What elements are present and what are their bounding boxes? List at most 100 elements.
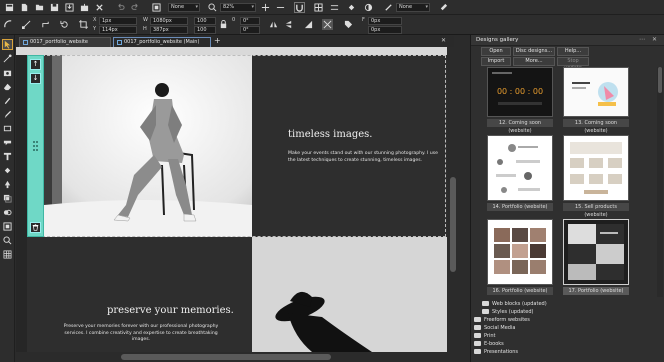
y-position-field[interactable]: 114px bbox=[99, 26, 137, 34]
contour-icon[interactable] bbox=[303, 19, 314, 30]
flip-vertical-icon[interactable] bbox=[283, 19, 294, 30]
height-field[interactable]: 387px bbox=[150, 26, 188, 34]
disc-designs-button[interactable]: Disc designs... bbox=[513, 47, 555, 56]
text-tool-icon[interactable] bbox=[2, 151, 13, 162]
tree-item-social-media[interactable]: Social Media bbox=[474, 324, 547, 332]
rotate-icon[interactable] bbox=[59, 19, 70, 30]
stop-update-button[interactable]: Stop update bbox=[557, 57, 589, 71]
connector-icon[interactable] bbox=[40, 19, 51, 30]
tree-item-e-books[interactable]: E-books bbox=[474, 340, 547, 348]
node-tool-icon[interactable] bbox=[21, 19, 32, 30]
tree-item-freeform-websites[interactable]: Freeform websites bbox=[474, 316, 547, 324]
ellipse-tool-icon[interactable] bbox=[2, 137, 13, 148]
magnet-icon[interactable] bbox=[294, 2, 305, 13]
delete-icon[interactable] bbox=[94, 2, 105, 13]
transparency-tool-icon[interactable] bbox=[2, 179, 13, 190]
delete-block-button[interactable] bbox=[30, 222, 41, 233]
selector-tool-icon[interactable] bbox=[2, 39, 13, 50]
move-up-button[interactable]: ↑ bbox=[30, 59, 41, 70]
import-button[interactable]: Import bbox=[481, 57, 511, 66]
pen-tool-icon[interactable] bbox=[2, 109, 13, 120]
app-menu-icon[interactable] bbox=[4, 2, 15, 13]
photo-tool-icon[interactable] bbox=[2, 67, 13, 78]
add-tab-button[interactable]: + bbox=[214, 36, 221, 45]
table-tool-icon[interactable] bbox=[2, 249, 13, 260]
frame-icon[interactable] bbox=[151, 2, 162, 13]
line-color-icon[interactable] bbox=[383, 2, 394, 13]
fill-tool-icon[interactable] bbox=[2, 165, 13, 176]
shape-tool-icon[interactable] bbox=[3, 19, 14, 30]
width-field[interactable]: 1080px bbox=[150, 17, 188, 25]
shadow-tool-icon[interactable] bbox=[2, 193, 13, 204]
feather-field[interactable]: 0px bbox=[368, 17, 402, 25]
transparency-icon[interactable] bbox=[363, 2, 374, 13]
eraser-tool-icon[interactable] bbox=[2, 81, 13, 92]
vertical-scroll-thumb[interactable] bbox=[450, 177, 456, 272]
zoom-in-icon[interactable] bbox=[260, 2, 271, 13]
tab-website[interactable]: 0017_portfolio_website (Website) bbox=[19, 37, 111, 54]
gallery-item-12[interactable]: 00 : 00 : 00 bbox=[487, 67, 553, 117]
tab-main[interactable]: 0017_portfolio_website (Main) bbox=[113, 37, 211, 47]
fill-dropdown[interactable]: None ▾ bbox=[396, 3, 430, 12]
gallery-scroll-thumb[interactable] bbox=[658, 67, 662, 93]
feather-y-field[interactable]: 0px bbox=[368, 26, 402, 34]
import-icon[interactable] bbox=[64, 2, 75, 13]
tree-item-presentations[interactable]: Presentations bbox=[474, 348, 547, 356]
hero-body-text[interactable]: Make your events stand out with our stun… bbox=[288, 151, 440, 164]
blend-tool-icon[interactable] bbox=[2, 207, 13, 218]
memories-heading[interactable]: preserve your memories. bbox=[107, 305, 234, 316]
node-edit-tool-icon[interactable] bbox=[2, 53, 13, 64]
horizontal-scroll-thumb[interactable] bbox=[121, 354, 331, 360]
vertical-scrollbar[interactable] bbox=[447, 47, 459, 352]
skew-field[interactable]: 0° bbox=[240, 26, 260, 34]
tree-item-styles[interactable]: Styles (updated) bbox=[474, 308, 547, 316]
zoom-dropdown[interactable]: 82% ▾ bbox=[220, 3, 256, 12]
drag-handle-icon[interactable] bbox=[32, 140, 39, 152]
gallery-item-13[interactable] bbox=[563, 67, 629, 117]
gallery-item-16[interactable] bbox=[487, 219, 553, 285]
open-button[interactable]: Open bbox=[481, 47, 511, 56]
design-canvas[interactable]: timeless images. Make your events stand … bbox=[16, 47, 447, 352]
close-panel-icon[interactable]: ✕ bbox=[652, 36, 657, 43]
memories-body-text[interactable]: Preserve your memories forever with our … bbox=[61, 324, 221, 344]
guides-icon[interactable] bbox=[329, 2, 340, 13]
open-folder-icon[interactable] bbox=[34, 2, 45, 13]
x-position-field[interactable]: 1px bbox=[99, 17, 137, 25]
fill-icon[interactable] bbox=[346, 2, 357, 13]
close-document-icon[interactable]: ✕ bbox=[441, 37, 446, 44]
hero-heading[interactable]: timeless images. bbox=[288, 129, 372, 140]
gallery-item-17[interactable] bbox=[563, 219, 629, 285]
help-button[interactable]: Help... bbox=[557, 47, 589, 56]
zoom-icon[interactable] bbox=[207, 2, 218, 13]
flip-horizontal-icon[interactable] bbox=[268, 19, 279, 30]
zoom-tool-icon[interactable] bbox=[2, 235, 13, 246]
tree-item-web-blocks[interactable]: Web blocks (updated) bbox=[474, 300, 547, 308]
undo-icon[interactable] bbox=[115, 2, 126, 13]
new-document-icon[interactable] bbox=[19, 2, 30, 13]
tree-item-print[interactable]: Print bbox=[474, 332, 547, 340]
grid-icon[interactable] bbox=[313, 2, 324, 13]
panel-options-icon[interactable]: ⋯ bbox=[639, 36, 645, 43]
scale-width-field[interactable]: 100 bbox=[194, 17, 216, 25]
horizontal-scrollbar[interactable] bbox=[16, 352, 459, 362]
brush-icon[interactable] bbox=[438, 2, 449, 13]
rectangle-tool-icon[interactable] bbox=[2, 123, 13, 134]
gallery-item-15[interactable] bbox=[563, 135, 629, 201]
memories-photo[interactable] bbox=[252, 237, 447, 352]
brush-tool-icon[interactable] bbox=[2, 95, 13, 106]
gallery-item-14[interactable] bbox=[487, 135, 553, 201]
save-icon[interactable] bbox=[49, 2, 60, 13]
export-icon[interactable] bbox=[79, 2, 90, 13]
crop-icon[interactable] bbox=[78, 19, 89, 30]
bevel-tool-icon[interactable] bbox=[2, 221, 13, 232]
rotation-field[interactable]: 0° bbox=[240, 17, 260, 25]
scale-height-field[interactable]: 100 bbox=[194, 26, 216, 34]
lock-aspect-icon[interactable] bbox=[218, 19, 229, 30]
tag-icon[interactable] bbox=[343, 19, 354, 30]
move-down-button[interactable]: ↓ bbox=[30, 73, 41, 84]
hero-photo[interactable] bbox=[44, 55, 252, 237]
style-dropdown[interactable]: None ▾ bbox=[168, 3, 200, 12]
zoom-out-icon[interactable] bbox=[275, 2, 286, 13]
gallery-scrollbar[interactable] bbox=[657, 67, 663, 297]
more-button[interactable]: More... bbox=[513, 57, 555, 66]
